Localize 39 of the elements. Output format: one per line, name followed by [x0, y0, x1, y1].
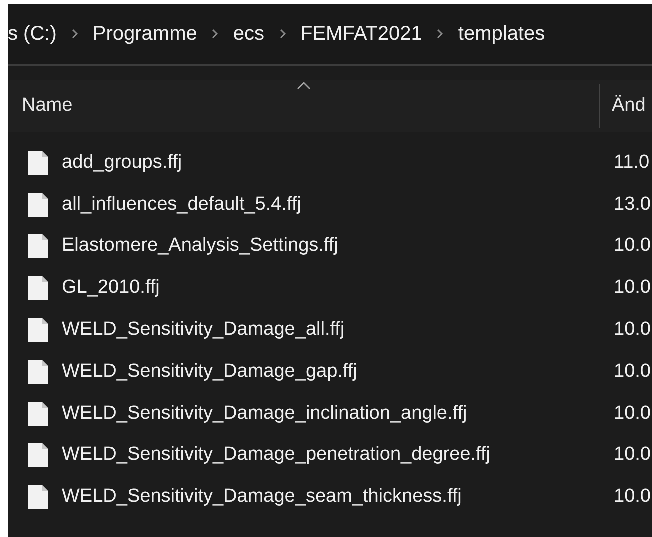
file-name[interactable]: WELD_Sensitivity_Damage_all.ffj [62, 319, 345, 342]
modified-date: 10.0 [613, 277, 651, 300]
breadcrumb-item[interactable]: ecs [233, 22, 264, 46]
file-icon [27, 400, 49, 427]
file-icon [27, 484, 49, 510]
breadcrumb-item[interactable]: templates [458, 22, 546, 46]
chevron-icon [211, 28, 220, 40]
file-name[interactable]: WELD_Sensitivity_Damage_inclination_angle.ffj [62, 402, 468, 425]
chevron-icon [278, 28, 286, 40]
sort-caret-icon [296, 82, 310, 90]
file-name[interactable]: WELD_Sensitivity_Damage_gap.ffj [62, 360, 358, 383]
chevron-icon [70, 28, 79, 40]
modified-date: 10.0 [613, 360, 651, 383]
modified-date: 11.0 [613, 152, 650, 174]
breadcrumb-item[interactable]: Programme [92, 22, 198, 46]
breadcrumb-item[interactable]: FEMFAT2021 [300, 22, 422, 46]
chevron-icon [436, 28, 444, 40]
modified-date: 10.0 [613, 235, 651, 258]
column-header[interactable]: Änd [600, 95, 646, 117]
file-name[interactable]: GL_2010.ffj [62, 277, 160, 300]
modified-date: 13.0 [613, 194, 651, 216]
file-name[interactable]: Elastomere_Analysis_Settings.ffj [62, 235, 338, 258]
file-icon [27, 358, 49, 385]
file-icon [27, 150, 49, 176]
modified-date: 10.0 [613, 486, 651, 508]
file-name[interactable]: all_influences_default_5.4.ffj [62, 194, 302, 216]
column-header[interactable]: Name [8, 84, 600, 128]
file-icon [27, 442, 49, 468]
modified-date: 10.0 [613, 402, 651, 425]
modified-date: 10.0 [613, 444, 651, 466]
file-icon [27, 233, 49, 260]
file-icon [27, 192, 49, 218]
file-name[interactable]: add_groups.ffj [62, 152, 182, 174]
file-name[interactable]: WELD_Sensitivity_Damage_seam_thickness.ffj [62, 486, 462, 508]
file-icon [27, 317, 49, 344]
modified-date: 10.0 [613, 319, 651, 342]
file-name[interactable]: WELD_Sensitivity_Damage_penetration_degree.ffj [62, 444, 490, 466]
file-icon [27, 275, 49, 302]
breadcrumb-item[interactable]: s (C:) [8, 22, 57, 46]
